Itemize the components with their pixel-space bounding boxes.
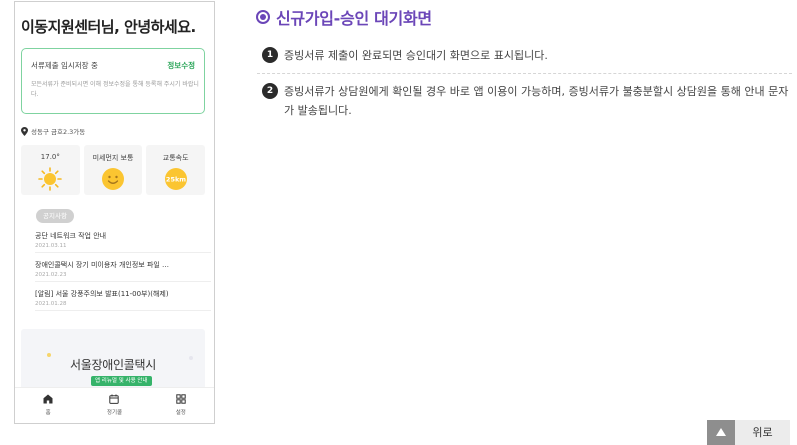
list-item[interactable]: 공단 네트워크 작업 안내 2021.03.11 xyxy=(35,224,211,253)
smile-icon xyxy=(102,168,124,190)
notice-title: [알림] 서울 강풍주의보 발표(11-00부)(해제) xyxy=(35,290,169,298)
banner-title: 서울장애인콜택시 xyxy=(70,358,156,372)
location-text: 성동구 금호2.3가동 xyxy=(31,128,86,136)
document-status-desc: 모든서류가 준비되시면 이해 정보수정을 통해 등록해 주시기 바랍니다. xyxy=(31,81,199,98)
temperature-box: 17.0° xyxy=(21,145,80,195)
step-text: 증빙서류 제출이 완료되면 승인대기 화면으로 표시됩니다. xyxy=(284,49,548,62)
banner-tag: 앱 리뉴얼 및 사용 안내 xyxy=(91,376,152,386)
dust-label: 미세먼지 보통 xyxy=(92,154,134,162)
weather-panel: 17.0° 미세먼지 보통 교통속도 25km xyxy=(21,145,206,195)
phone-mockup: 이동지원센터님, 안녕하세요. 서류제출 임시저장 중 정보수정 모든서류가 준… xyxy=(14,1,215,424)
speed-icon: 25km xyxy=(164,168,187,190)
notice-title: 공단 네트워크 작업 안내 xyxy=(35,232,107,240)
calendar-icon xyxy=(109,394,120,404)
traffic-label: 교통속도 xyxy=(162,154,189,162)
step-2: 2 증빙서류가 상담원에게 확인될 경우 바로 앱 이용이 가능하며, 증빙서류… xyxy=(262,82,792,120)
step-1: 1 증빙서류 제출이 완료되면 승인대기 화면으로 표시됩니다. xyxy=(262,46,792,65)
notice-title: 장애인콜택시 장기 미이용자 개인정보 파일 … xyxy=(35,261,170,269)
notice-list: 공단 네트워크 작업 안내 2021.03.11 장애인콜택시 장기 미이용자 … xyxy=(35,224,211,311)
grid-icon xyxy=(176,394,186,404)
home-icon xyxy=(43,394,53,404)
bottom-tab-bar: 홈 정기콜 설정 xyxy=(15,387,214,423)
location-pin-icon xyxy=(21,126,28,136)
temperature-label: 17.0° xyxy=(40,153,60,161)
tab-home-label: 홈 xyxy=(45,410,51,416)
tab-regular-call[interactable]: 정기콜 xyxy=(81,388,147,423)
list-item[interactable]: 장애인콜택시 장기 미이용자 개인정보 파일 … 2021.02.23 xyxy=(35,253,211,282)
divider xyxy=(257,73,792,74)
scroll-top-label: 위로 xyxy=(735,420,790,445)
traffic-box: 교통속도 25km xyxy=(146,145,206,195)
greeting-title: 이동지원센터님, 안녕하세요. xyxy=(21,18,196,36)
list-item[interactable]: [알림] 서울 강풍주의보 발표(11-00부)(해제) 2021.01.28 xyxy=(35,282,211,311)
tab-settings-label: 설정 xyxy=(175,410,186,416)
notice-date: 2021.01.28 xyxy=(35,301,67,307)
notice-badge: 공지사항 xyxy=(36,209,74,223)
edit-info-link[interactable]: 정보수정 xyxy=(167,60,195,71)
notice-date: 2021.03.11 xyxy=(35,243,67,249)
tab-settings[interactable]: 설정 xyxy=(148,388,214,423)
document-status-title: 서류제출 임시저장 중 xyxy=(31,61,98,70)
arrow-up-icon xyxy=(707,420,735,445)
step-number: 1 xyxy=(262,47,278,63)
tab-regular-call-label: 정기콜 xyxy=(106,410,123,416)
dust-box: 미세먼지 보통 xyxy=(83,145,143,195)
notice-date: 2021.02.23 xyxy=(35,272,67,278)
document-status-card: 서류제출 임시저장 중 정보수정 모든서류가 준비되시면 이해 정보수정을 통해… xyxy=(21,48,205,114)
speed-value: 25km xyxy=(166,176,186,184)
section-title: 신규가입-승인 대기화면 xyxy=(256,5,432,29)
scroll-top-button[interactable]: 위로 xyxy=(707,420,790,445)
promo-banner[interactable]: 서울장애인콜택시 앱 리뉴얼 및 사용 안내 xyxy=(21,329,205,391)
tab-home[interactable]: 홈 xyxy=(15,388,81,423)
bullet-circle-icon xyxy=(256,10,270,24)
step-text: 증빙서류가 상담원에게 확인될 경우 바로 앱 이용이 가능하며, 증빙서류가 … xyxy=(284,85,789,117)
step-number: 2 xyxy=(262,83,278,99)
section-title-text: 신규가입-승인 대기화면 xyxy=(276,9,432,28)
location: 성동구 금호2.3가동 xyxy=(21,126,85,136)
sun-icon xyxy=(38,167,63,191)
